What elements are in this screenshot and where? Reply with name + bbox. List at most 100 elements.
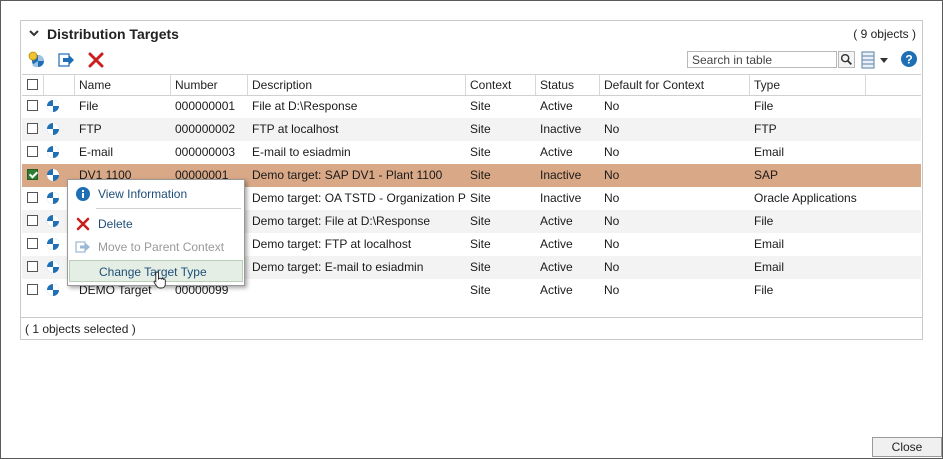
context-menu: View Information Delete Move to Parent C… — [67, 179, 245, 286]
cell-status: Active — [540, 260, 573, 274]
target-icon — [47, 100, 59, 112]
status-bar: ( 1 objects selected ) — [21, 317, 922, 340]
cell-status: Inactive — [540, 122, 582, 136]
cell-type: File — [754, 99, 774, 113]
close-button[interactable]: Close — [872, 437, 942, 457]
menu-item-label: Move to Parent Context — [98, 240, 225, 254]
cell-description: Demo target: File at D:\Response — [252, 214, 431, 228]
cell-context: Site — [470, 122, 491, 136]
cell-status: Active — [540, 99, 573, 113]
info-icon — [76, 187, 90, 201]
cell-type: FTP — [754, 122, 777, 136]
cell-description: FTP at localhost — [252, 122, 339, 136]
row-checkbox[interactable] — [27, 261, 38, 272]
cell-status: Active — [540, 283, 573, 297]
row-checkbox[interactable] — [27, 284, 38, 295]
hand-cursor-icon — [153, 271, 166, 289]
target-icon — [47, 284, 59, 296]
column-header-default[interactable]: Default for Context — [600, 75, 750, 95]
column-header-name[interactable]: Name — [75, 75, 171, 95]
columns-icon[interactable] — [861, 51, 875, 69]
cell-status: Active — [540, 214, 573, 228]
row-checkbox-checked[interactable] — [27, 169, 38, 180]
header-checkbox-cell — [22, 75, 44, 95]
target-icon — [47, 192, 59, 204]
cell-description: Demo target: SAP DV1 - Plant 1100 — [252, 168, 443, 182]
cell-description — [248, 279, 466, 302]
cell-number: 000000001 — [175, 99, 236, 113]
cell-context: Site — [470, 214, 491, 228]
cell-type: Oracle Applications — [754, 191, 857, 205]
cell-default: No — [604, 191, 620, 205]
row-checkbox[interactable] — [27, 215, 38, 226]
column-header-status[interactable]: Status — [536, 75, 600, 95]
target-icon — [47, 238, 59, 250]
cell-name: File — [79, 99, 99, 113]
cell-type: File — [754, 214, 774, 228]
new-target-icon[interactable] — [28, 51, 46, 69]
row-checkbox[interactable] — [27, 238, 38, 249]
cell-type: File — [754, 283, 774, 297]
cell-default: No — [604, 283, 620, 297]
menu-item-delete[interactable]: Delete — [69, 213, 243, 235]
chevron-down-icon[interactable] — [28, 27, 40, 39]
row-checkbox[interactable] — [27, 146, 38, 157]
target-icon — [47, 261, 59, 273]
dialog-window: Distribution Targets ( 9 objects ) Searc… — [0, 0, 943, 459]
cell-type: Email — [754, 145, 785, 159]
table-row[interactable]: E-mail 000000003 E-mail to esiadmin Site… — [22, 141, 921, 164]
cell-default: No — [604, 99, 620, 113]
object-count: ( 9 objects ) — [853, 27, 916, 41]
menu-item-view-information[interactable]: View Information — [69, 183, 243, 205]
cell-number: 000000002 — [175, 122, 236, 136]
search-input[interactable] — [687, 51, 837, 68]
cell-description: Demo target: FTP at localhost — [252, 237, 412, 251]
move-icon[interactable] — [57, 51, 75, 69]
cell-default: No — [604, 122, 620, 136]
cell-name: FTP — [79, 122, 102, 136]
column-header-description[interactable]: Description — [248, 75, 466, 95]
move-to-parent-icon — [75, 241, 90, 253]
row-checkbox[interactable] — [27, 123, 38, 134]
cell-default: No — [604, 237, 620, 251]
header-icon-cell — [44, 75, 75, 95]
cell-status: Inactive — [540, 168, 582, 182]
cell-status: Active — [540, 237, 573, 251]
cell-context: Site — [470, 145, 491, 159]
toolbar: ? — [21, 49, 922, 73]
cell-type: Email — [754, 237, 785, 251]
table-row[interactable]: FTP 000000002 FTP at localhost Site Inac… — [22, 118, 921, 141]
table-header: Name Number Description Context Status D… — [22, 74, 921, 96]
cell-context: Site — [470, 99, 491, 113]
cell-description: Demo target: OA TSTD - Organization P1 — [252, 191, 466, 205]
cell-context: Site — [470, 283, 491, 297]
cell-context: Site — [470, 237, 491, 251]
row-checkbox[interactable] — [27, 192, 38, 203]
target-icon — [47, 215, 59, 227]
cell-default: No — [604, 214, 620, 228]
delete-icon[interactable] — [87, 51, 105, 69]
menu-separator — [96, 208, 241, 209]
cell-type: Email — [754, 260, 785, 274]
cell-status: Inactive — [540, 191, 582, 205]
svg-text:?: ? — [905, 53, 912, 67]
column-header-number[interactable]: Number — [171, 75, 248, 95]
search-icon[interactable] — [838, 51, 855, 68]
cell-context: Site — [470, 260, 491, 274]
dropdown-arrow-icon[interactable] — [879, 55, 889, 65]
panel-header: Distribution Targets ( 9 objects ) — [21, 21, 922, 47]
target-icon — [47, 123, 59, 135]
cell-description: Demo target: E-mail to esiadmin — [252, 260, 424, 274]
menu-item-label: Delete — [98, 217, 133, 231]
delete-icon — [76, 217, 90, 231]
column-header-type[interactable]: Type — [750, 75, 866, 95]
cell-type: SAP — [754, 168, 779, 182]
row-checkbox[interactable] — [27, 100, 38, 111]
help-icon[interactable]: ? — [900, 50, 918, 68]
table-row[interactable]: File 000000001 File at D:\Response Site … — [22, 95, 921, 118]
menu-item-label: View Information — [98, 187, 188, 201]
column-header-context[interactable]: Context — [466, 75, 536, 95]
cell-name: E-mail — [79, 145, 114, 159]
cell-description: File at D:\Response — [252, 99, 358, 113]
target-icon — [47, 146, 59, 158]
